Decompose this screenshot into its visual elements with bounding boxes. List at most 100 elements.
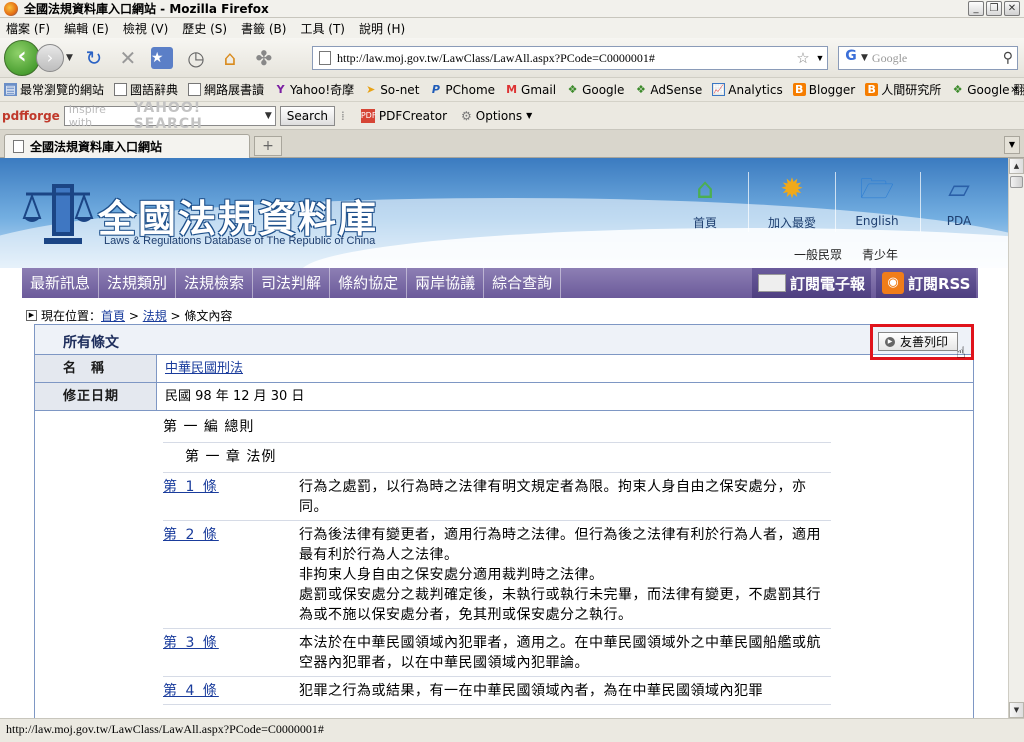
yahoo-search-button[interactable]: Search (279, 105, 336, 126)
audience-youth-link[interactable]: 青少年 (862, 246, 898, 263)
bookmark-gmail[interactable]: M Gmail (505, 83, 556, 97)
breadcrumb-current: 條文內容 (184, 309, 233, 323)
engine-dropdown-icon[interactable]: ▼ (861, 53, 868, 63)
menu-judicial-decisions[interactable]: 司法判解 (253, 268, 331, 298)
scroll-down-icon[interactable]: ▼ (1009, 702, 1024, 718)
nav-english[interactable]: 🗁 English (842, 170, 912, 228)
gear-icon: ⚙ (461, 108, 472, 123)
back-button[interactable]: ‹ (4, 39, 40, 76)
bookmark-analytics[interactable]: 📈 Analytics (712, 83, 783, 97)
article-3-link[interactable]: 第 3 條 (163, 633, 299, 673)
forward-button[interactable]: › (36, 43, 64, 72)
bookmark-sonet[interactable]: ➤ So-net (364, 83, 419, 97)
menu-bar: 檔案 (F) 編輯 (E) 檢視 (V) 歷史 (S) 書籤 (B) 工具 (T… (0, 18, 1024, 38)
google-engine-icon[interactable]: G (841, 48, 861, 68)
url-dropdown-icon[interactable]: ▼ (813, 53, 827, 63)
nav-pda[interactable]: ▱ PDA (924, 170, 994, 228)
search-dropdown-icon[interactable]: ▼ (265, 111, 272, 121)
menu-help[interactable]: 說明 (H) (359, 20, 405, 37)
scales-justice-logo-icon (22, 184, 94, 244)
url-bar[interactable]: http://law.moj.gov.tw/LawClass/LawAll.as… (312, 46, 828, 70)
pdfcreator-button[interactable]: PDF PDFCreator (360, 108, 447, 123)
menu-tools[interactable]: 工具 (T) (300, 20, 345, 37)
toolbar-separator-icon: ⁞ (341, 108, 345, 123)
sonet-icon: ➤ (366, 83, 376, 96)
bookmark-blogger[interactable]: B Blogger (792, 83, 855, 97)
article-4-link[interactable]: 第 4 條 (163, 681, 299, 701)
subscribe-epaper-button[interactable]: 訂閱電子報 (752, 268, 872, 298)
bookmarks-overflow-button[interactable]: » (1011, 82, 1018, 96)
breadcrumb-law-link[interactable]: 法規 (143, 307, 167, 324)
pda-device-icon: ▱ (948, 172, 970, 205)
pdf-options-button[interactable]: ⚙ Options ▼ (461, 109, 532, 123)
nav-home[interactable]: ⌂ 首頁 (670, 170, 740, 231)
history-clock-icon[interactable]: ◷ (183, 45, 209, 71)
nav-add-favorite[interactable]: ✹ 加入最愛 (757, 170, 827, 231)
law-name-link[interactable]: 中華民國刑法 (165, 361, 243, 376)
tab-law-database[interactable]: 全國法規資料庫入口網站 (4, 134, 250, 158)
menu-law-categories[interactable]: 法規類別 (99, 268, 177, 298)
close-button[interactable]: ✕ (1004, 1, 1020, 16)
bookmark-pchome[interactable]: P PChome (429, 83, 495, 97)
article-row: 第 4 條 犯罪之行為或結果，有一在中華民國領域內者，為在中華民國領域內犯罪 (163, 677, 831, 705)
menu-news[interactable]: 最新訊息 (22, 268, 100, 298)
menu-view[interactable]: 檢視 (V) (123, 20, 168, 37)
main-menu: 最新訊息 法規類別 法規檢索 司法判解 條約協定 兩岸協議 綜合查詢 訂閱電子報… (22, 268, 978, 298)
menu-combined-query[interactable]: 綜合查詢 (484, 268, 562, 298)
menu-bookmarks[interactable]: 書籤 (B) (241, 20, 286, 37)
menu-cross-strait[interactable]: 兩岸協議 (407, 268, 485, 298)
page-icon (319, 51, 331, 65)
site-header: 全國法規資料庫 Laws & Regulations Database of T… (0, 158, 1008, 268)
bookmark-adsense[interactable]: ❖ AdSense (634, 83, 702, 97)
subscribe-rss-button[interactable]: ◉ 訂閱RSS (876, 268, 977, 298)
envelope-icon (758, 274, 786, 292)
part-heading: 第 一 編 總則 (163, 413, 831, 443)
audience-general-link[interactable]: 一般民眾 (794, 246, 842, 263)
yahoo-search-input[interactable]: Inspire with YAHOO! SEARCH ▼ (63, 100, 276, 132)
search-input[interactable]: Google (872, 51, 907, 66)
tab-list-dropdown-icon[interactable]: ▼ (1004, 136, 1020, 154)
home-icon[interactable]: ⌂ (217, 45, 243, 71)
article-1-text: 行為之處罰，以行為時之法律有明文規定者為限。拘束人身自由之保安處分，亦同。 (299, 479, 807, 515)
article-2-text: 行為後法律有變更者，適用行為時之法律。但行為後之法律有利於行為人者，適用最有利於… (299, 527, 821, 623)
bookmark-book-reading[interactable]: 網路展書讀 (188, 81, 264, 98)
article-2-link[interactable]: 第 2 條 (163, 525, 299, 625)
law-name-row: 名 稱 中華民國刑法 (35, 355, 973, 383)
nav-divider (920, 172, 921, 232)
page-viewport: 全國法規資料庫 Laws & Regulations Database of T… (0, 158, 1008, 718)
google-icon: ❖ (952, 83, 963, 96)
scroll-up-icon[interactable]: ▲ (1009, 158, 1024, 174)
menu-law-search[interactable]: 法規檢索 (176, 268, 254, 298)
bookmark-star-icon[interactable]: ★ (149, 45, 175, 71)
chapter-heading: 第 一 章 法例 (163, 443, 831, 473)
home-icon: ⌂ (696, 172, 714, 205)
law-name-label: 名 稱 (35, 355, 157, 382)
bookmark-yahoo[interactable]: Y Yahoo!奇摩 (274, 81, 355, 98)
bookmark-most-visited[interactable]: ▤ 最常瀏覽的網站 (4, 81, 104, 98)
menu-edit[interactable]: 編輯 (E) (64, 20, 109, 37)
analytics-icon: 📈 (712, 83, 726, 96)
gmail-icon: M (506, 83, 518, 96)
web-search-box[interactable]: G ▼ Google ⚲ (838, 46, 1018, 70)
new-tab-button[interactable]: + (254, 136, 282, 156)
scrollbar-thumb[interactable] (1010, 176, 1023, 188)
article-1-link[interactable]: 第 1 條 (163, 477, 299, 517)
menu-history[interactable]: 歷史 (S) (182, 20, 227, 37)
vertical-scrollbar[interactable]: ▲ ▼ (1008, 158, 1024, 718)
maximize-button[interactable]: ❐ (986, 1, 1002, 16)
bookmark-dictionary[interactable]: 國語辭典 (114, 81, 178, 98)
minimize-button[interactable]: _ (968, 1, 984, 16)
breadcrumb-home-link[interactable]: 首頁 (101, 307, 125, 324)
bookmark-page-star-icon[interactable]: ☆ (793, 49, 813, 68)
stop-icon[interactable]: ✕ (115, 45, 141, 71)
url-text[interactable]: http://law.moj.gov.tw/LawClass/LawAll.as… (337, 51, 793, 66)
history-dropdown-icon[interactable]: ▼ (66, 53, 73, 63)
reload-icon[interactable]: ↻ (81, 45, 107, 71)
bookmark-google[interactable]: ❖ Google (566, 83, 625, 97)
addon-icon[interactable]: ✤ (251, 45, 277, 71)
rss-icon: ◉ (882, 272, 904, 294)
menu-treaties[interactable]: 條約協定 (330, 268, 408, 298)
bookmark-research[interactable]: B 人間研究所 (865, 81, 941, 98)
menu-file[interactable]: 檔案 (F) (6, 20, 50, 37)
search-icon[interactable]: ⚲ (1003, 50, 1013, 66)
